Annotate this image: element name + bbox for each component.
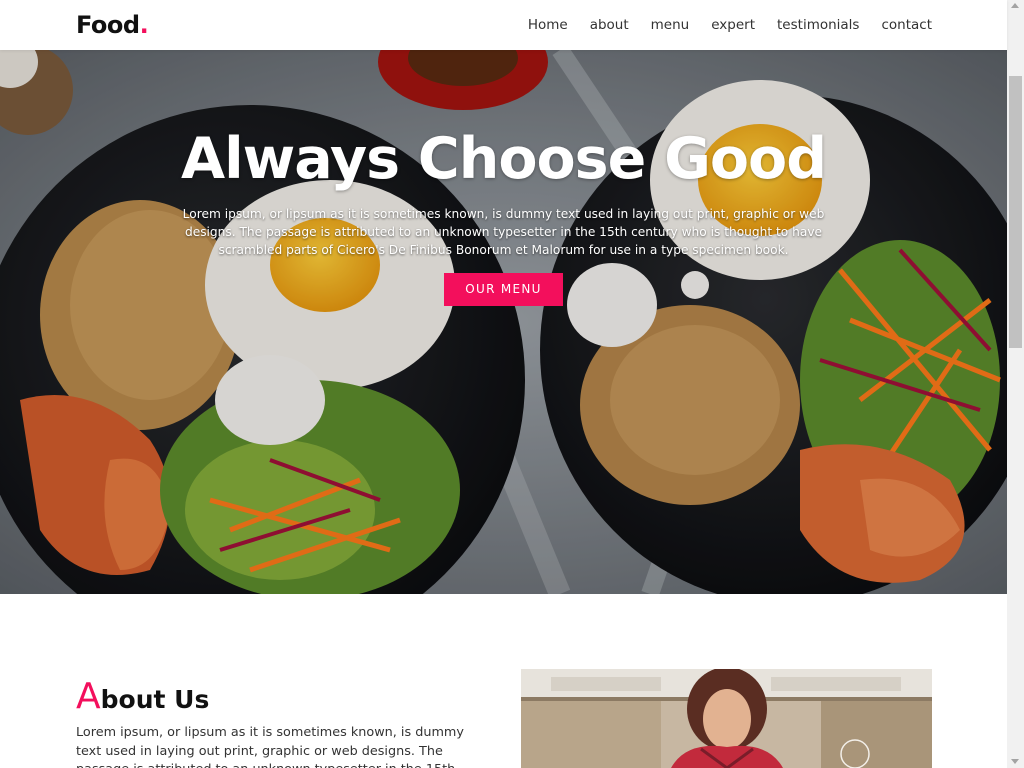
- scroll-up-arrow-icon[interactable]: [1011, 3, 1019, 8]
- nav-expert[interactable]: expert: [711, 17, 755, 33]
- hero-description: Lorem ipsum, or lipsum as it is sometime…: [182, 207, 825, 257]
- logo-dot: .: [139, 11, 149, 39]
- nav-contact[interactable]: contact: [881, 17, 932, 33]
- logo-text: Food: [76, 11, 140, 39]
- about-title-rest: bout Us: [100, 685, 210, 714]
- our-menu-button[interactable]: OUR MENU: [444, 273, 563, 306]
- about-title-initial: A: [76, 676, 101, 717]
- site-header: Food. Home about menu expert testimonial…: [0, 0, 1007, 50]
- chef-image: [521, 669, 932, 768]
- hero-title: Always Choose Good: [180, 126, 827, 192]
- scroll-down-arrow-icon[interactable]: [1011, 759, 1019, 764]
- nav-about[interactable]: about: [590, 17, 629, 33]
- main-nav: Home about menu expert testimonials cont…: [506, 17, 932, 33]
- about-description: Lorem ipsum, or lipsum as it is sometime…: [76, 725, 464, 768]
- hero-section: Always Choose Good Lorem ipsum, or lipsu…: [0, 50, 1007, 594]
- about-title: About Us: [76, 676, 209, 717]
- vertical-scrollbar[interactable]: [1007, 0, 1024, 768]
- chef-photo: [521, 669, 932, 768]
- logo[interactable]: Food.: [76, 11, 149, 39]
- nav-testimonials[interactable]: testimonials: [777, 17, 859, 33]
- nav-home[interactable]: Home: [528, 17, 568, 33]
- nav-menu[interactable]: menu: [651, 17, 690, 33]
- scrollbar-thumb[interactable]: [1009, 76, 1022, 348]
